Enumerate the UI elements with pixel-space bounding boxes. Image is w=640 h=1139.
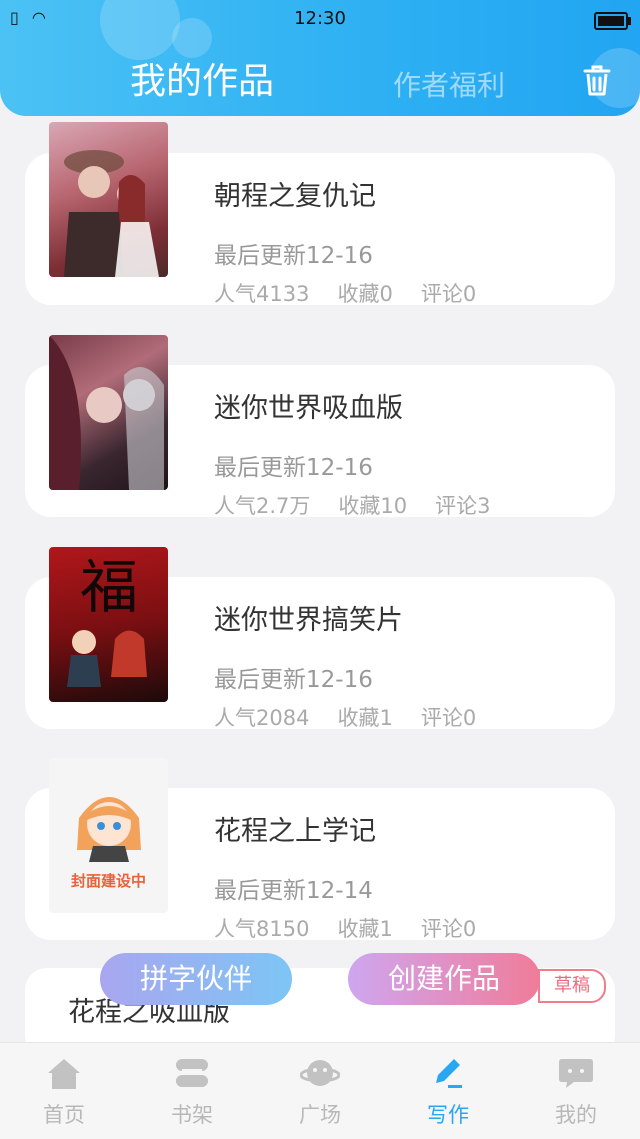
tab-label: 广场 [299,1103,341,1127]
work-cover-image[interactable] [49,122,168,277]
popularity-count: 人气8150 [214,917,310,941]
tab-writing[interactable]: 写作 [384,1043,512,1139]
comments-count: 评论3 [435,494,491,518]
work-stats: 人气2084 收藏1 评论0 [214,702,504,732]
home-icon [48,1059,80,1089]
comments-count: 评论0 [420,282,477,306]
tab-bookshelf[interactable]: 书架 [128,1043,256,1139]
chat-bubble-icon [559,1059,593,1088]
work-stats: 人气2.7万 收藏10 评论3 [214,490,519,520]
work-cover-placeholder[interactable]: 封面建设中 [49,758,168,913]
work-title[interactable]: 朝程之复仇记 [214,174,376,213]
draft-badge[interactable]: 草稿 [538,969,606,1003]
battery-icon [594,12,631,30]
tab-label: 写作 [427,1103,469,1127]
author-welfare-tab[interactable]: 作者福利 [393,64,505,104]
tab-label: 书架 [171,1103,213,1127]
popularity-count: 人气2084 [214,706,310,730]
work-stats: 人气8150 收藏1 评论0 [214,913,504,943]
favorites-count: 收藏1 [337,917,393,941]
tab-plaza[interactable]: 广场 [256,1043,384,1139]
work-updated: 最后更新12-16 [214,243,373,269]
tab-mine[interactable]: 我的 [512,1043,640,1139]
status-bar: ▯ ◠ 12:30 [0,4,640,32]
cover-placeholder-text: 封面建设中 [70,872,146,890]
trash-icon[interactable] [579,62,615,98]
work-title[interactable]: 花程之上学记 [214,809,376,848]
tab-home[interactable]: 首页 [0,1043,128,1139]
work-stats: 人气4133 收藏0 评论0 [214,278,504,308]
favorites-count: 收藏1 [337,706,393,730]
top-header: ▯ ◠ 12:30 我的作品 作者福利 [0,0,640,116]
comments-count: 评论0 [420,706,477,730]
planet-icon [300,1060,340,1086]
bookshelf-icon [176,1059,208,1087]
favorites-count: 收藏0 [337,282,393,306]
popularity-count: 人气4133 [214,282,310,306]
favorites-count: 收藏10 [338,494,408,518]
work-updated: 最后更新12-16 [214,667,373,693]
page-title: 我的作品 [130,61,275,102]
work-cover-image[interactable]: 福 [49,547,168,702]
create-work-button[interactable]: 创建作品 [348,953,540,1005]
tab-label: 首页 [43,1103,85,1127]
work-title[interactable]: 迷你世界吸血版 [214,386,403,425]
popularity-count: 人气2.7万 [214,494,311,518]
tab-label: 我的 [555,1103,597,1127]
bottom-tab-bar: 首页 书架 广场 写作 我的 [0,1042,640,1139]
status-time: 12:30 [294,8,346,29]
work-title[interactable]: 迷你世界搞笑片 [214,598,403,637]
work-updated: 最后更新12-16 [214,455,373,481]
svg-text:福: 福 [80,553,138,621]
comments-count: 评论0 [420,917,477,941]
word-partner-button[interactable]: 拼字伙伴 [100,953,292,1005]
work-updated: 最后更新12-14 [214,878,373,904]
pen-icon [436,1059,462,1088]
work-cover-image[interactable] [49,335,168,490]
